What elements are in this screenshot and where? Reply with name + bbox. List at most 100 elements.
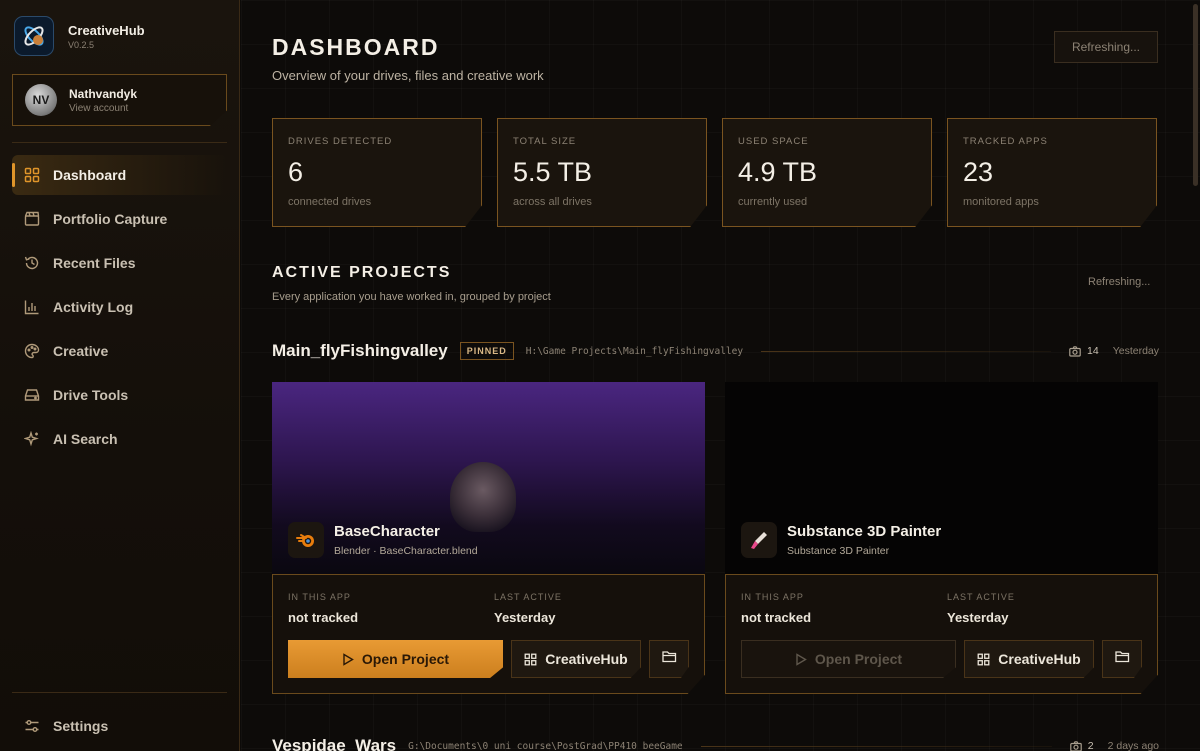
stat-sub: across all drives (513, 196, 592, 208)
stat-card-total-size: TOTAL SIZE 5.5 TB across all drives (497, 118, 707, 227)
project-cards: BaseCharacter Blender · BaseCharacter.bl… (272, 382, 1158, 694)
stat-label: USED SPACE (738, 136, 809, 147)
button-label: CreativeHub (998, 651, 1081, 667)
pinned-badge: PINNED (459, 342, 514, 360)
kv-value: not tracked (288, 610, 359, 625)
project-header: Vespidae_Wars G:\Documents\0 uni course\… (272, 736, 1159, 751)
project-name[interactable]: Vespidae_Wars (272, 736, 396, 751)
open-folder-button[interactable] (649, 640, 689, 678)
stat-card-used-space: USED SPACE 4.9 TB currently used (722, 118, 932, 227)
divider (12, 142, 227, 143)
section-refresh-status: Refreshing... (1088, 276, 1151, 288)
divider (12, 692, 227, 693)
grid-icon (977, 653, 990, 666)
folder-icon (661, 650, 677, 668)
section-subtitle: Every application you have worked in, gr… (272, 291, 551, 303)
button-label: Open Project (361, 651, 450, 667)
stat-sub: connected drives (288, 196, 372, 208)
project-path: H:\Game Projects\Main_flyFishingvalley (525, 345, 744, 357)
sidebar-item-label: Recent Files (53, 255, 136, 271)
sidebar-item-label: AI Search (53, 431, 118, 447)
kv-label: IN THIS APP (288, 592, 351, 602)
brush-icon (741, 522, 777, 558)
project-header: Main_flyFishingvalley PINNED H:\Game Pro… (272, 339, 1159, 363)
play-icon (795, 652, 807, 666)
stat-value: 5.5 TB (513, 157, 593, 187)
open-project-button[interactable]: Open Project (288, 640, 503, 678)
kv-value: Yesterday (494, 610, 556, 625)
stat-value: 6 (288, 157, 304, 187)
sidebar: CreativeHub V0.2.5 NV Nathvandyk View ac… (0, 0, 240, 751)
folder-icon (1114, 650, 1130, 668)
sidebar-item-recent-files[interactable]: Recent Files (12, 243, 228, 283)
kv-label: LAST ACTIVE (494, 592, 562, 602)
kv-label: IN THIS APP (741, 592, 804, 602)
stats-row: DRIVES DETECTED 6 connected drives TOTAL… (272, 118, 1157, 227)
clapper-icon (24, 211, 40, 227)
page-title: DASHBOARD (272, 34, 440, 60)
sidebar-item-portfolio-capture[interactable]: Portfolio Capture (12, 199, 228, 239)
app-name: Substance 3D Painter (787, 523, 942, 540)
app-logo-icon (14, 16, 54, 56)
sliders-icon (24, 718, 40, 734)
main-content: DASHBOARD Overview of your drives, files… (241, 0, 1200, 751)
stat-value: 4.9 TB (738, 157, 818, 187)
avatar: NV (25, 84, 57, 116)
history-icon (24, 255, 40, 271)
sidebar-item-dashboard[interactable]: Dashboard (12, 155, 228, 195)
open-project-button[interactable]: Open Project (741, 640, 956, 678)
capture-count: 14 (1087, 345, 1099, 357)
creativehub-button[interactable]: CreativeHub (511, 640, 641, 678)
camera-icon (1069, 740, 1082, 751)
project-name[interactable]: Main_flyFishingvalley (272, 341, 448, 361)
grid-icon (524, 653, 537, 666)
scrollbar[interactable] (1193, 4, 1198, 186)
sidebar-item-label: Creative (53, 343, 109, 359)
sidebar-item-label: Activity Log (53, 299, 134, 315)
project-last-active: 2 days ago (1107, 740, 1159, 751)
stat-sub: monitored apps (963, 196, 1039, 208)
sidebar-item-label: Portfolio Capture (53, 211, 168, 227)
button-label: CreativeHub (545, 651, 628, 667)
grid-icon (24, 167, 40, 183)
palette-icon (24, 343, 40, 359)
user-name: Nathvandyk (69, 86, 138, 101)
play-icon (342, 652, 354, 666)
app-version: V0.2.5 (68, 39, 95, 50)
page-subtitle: Overview of your drives, files and creat… (272, 68, 544, 83)
sidebar-item-settings[interactable]: Settings (12, 706, 228, 746)
stat-label: TRACKED APPS (963, 136, 1048, 147)
app-name: BaseCharacter (334, 523, 440, 540)
stat-sub: currently used (738, 196, 808, 208)
refresh-button[interactable]: Refreshing... (1054, 31, 1158, 63)
kv-value: not tracked (741, 610, 812, 625)
creativehub-button[interactable]: CreativeHub (964, 640, 1094, 678)
capture-count: 2 (1087, 740, 1094, 751)
button-label: Open Project (814, 651, 903, 667)
view-account-link[interactable]: View account (69, 103, 137, 114)
sparkle-icon (24, 431, 40, 447)
open-folder-button[interactable] (1102, 640, 1142, 678)
app-file: Substance 3D Painter (787, 545, 890, 557)
sidebar-nav: Dashboard Portfolio Capture Recent Files… (12, 155, 228, 463)
sidebar-item-creative[interactable]: Creative (12, 331, 228, 371)
stat-label: TOTAL SIZE (513, 136, 577, 147)
app-name: CreativeHub (68, 22, 145, 38)
project-last-active: Yesterday (1112, 345, 1159, 357)
divider (761, 350, 1051, 352)
sidebar-item-label: Dashboard (53, 167, 127, 183)
sidebar-item-label: Settings (53, 718, 109, 734)
bar-chart-icon (24, 299, 40, 315)
app-file: Blender · BaseCharacter.blend (334, 545, 478, 557)
stat-value: 23 (963, 157, 994, 187)
sidebar-item-activity-log[interactable]: Activity Log (12, 287, 228, 327)
brand: CreativeHub V0.2.5 (14, 16, 145, 56)
sidebar-item-drive-tools[interactable]: Drive Tools (12, 375, 228, 415)
camera-icon (1069, 345, 1081, 357)
kv-value: Yesterday (947, 610, 1009, 625)
stat-label: DRIVES DETECTED (288, 136, 393, 147)
blender-icon (288, 522, 324, 558)
account-card[interactable]: NV Nathvandyk View account (12, 74, 227, 126)
stat-card-tracked-apps: TRACKED APPS 23 monitored apps (947, 118, 1157, 227)
sidebar-item-ai-search[interactable]: AI Search (12, 419, 228, 459)
